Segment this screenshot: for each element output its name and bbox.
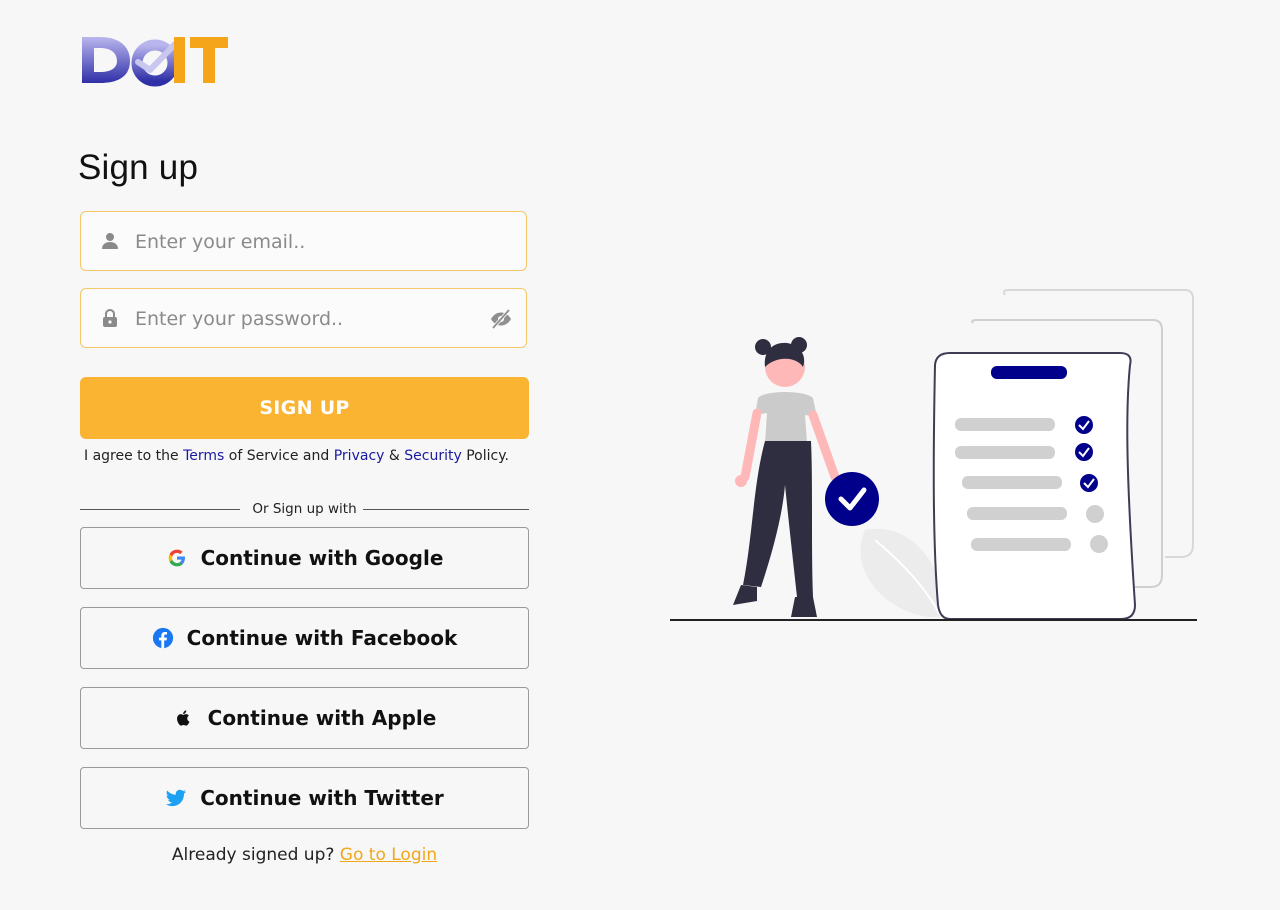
google-icon (166, 547, 188, 569)
twitter-button[interactable]: Continue with Twitter (80, 767, 529, 829)
password-input[interactable] (133, 289, 477, 349)
apple-button-label: Continue with Apple (207, 706, 437, 730)
agree-of-service: of Service and (228, 448, 330, 464)
apple-icon (173, 707, 195, 729)
password-field[interactable] (80, 288, 527, 349)
divider-line-right (363, 509, 529, 510)
page-title: Sign up (78, 148, 199, 187)
login-prompt: Already signed up? Go to Login (0, 845, 609, 865)
social-divider: Or Sign up with (80, 499, 529, 521)
user-icon (102, 233, 118, 249)
security-link[interactable]: Security (404, 448, 462, 464)
already-signed-up-text: Already signed up? (171, 845, 335, 865)
email-field[interactable] (80, 211, 527, 272)
privacy-link[interactable]: Privacy (334, 448, 385, 464)
facebook-icon (152, 627, 174, 649)
agree-policy: Policy. (466, 448, 509, 464)
doit-logo (82, 37, 228, 87)
terms-agreement: I agree to the Terms of Service and Priv… (84, 448, 509, 464)
go-to-login-link[interactable]: Go to Login (340, 845, 437, 865)
facebook-button-label: Continue with Facebook (186, 626, 458, 650)
terms-link[interactable]: Terms (183, 448, 224, 464)
google-button[interactable]: Continue with Google (80, 527, 529, 589)
lock-icon (103, 308, 117, 327)
eye-off-icon[interactable] (489, 307, 513, 331)
google-button-label: Continue with Google (200, 546, 444, 570)
twitter-button-label: Continue with Twitter (200, 786, 444, 810)
twitter-icon (165, 787, 187, 809)
checklist-illustration (670, 289, 1197, 621)
signup-button[interactable]: SIGN UP (80, 377, 529, 439)
email-input[interactable] (133, 212, 477, 272)
agree-amp: & (388, 448, 400, 464)
apple-button[interactable]: Continue with Apple (80, 687, 529, 749)
agree-prefix: I agree to the (84, 448, 179, 464)
facebook-button[interactable]: Continue with Facebook (80, 607, 529, 669)
